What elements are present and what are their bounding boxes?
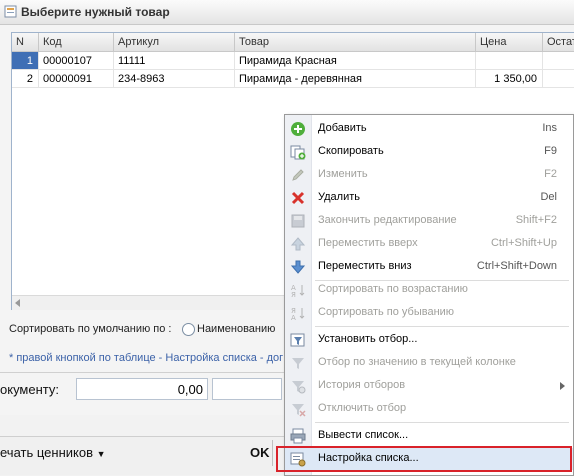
menu-item-label: Изменить — [318, 168, 368, 180]
svg-text:Я: Я — [291, 291, 296, 298]
move-down-icon — [290, 260, 306, 274]
menu-item-label: Сортировать по убыванию — [318, 306, 455, 318]
menu-separator — [315, 422, 569, 423]
menu-item-move-up[interactable]: Переместить вверх Ctrl+Shift+Up — [285, 233, 573, 255]
menu-item-shortcut: Ins — [542, 122, 557, 134]
menu-item-label: Скопировать — [318, 145, 384, 157]
filter-by-value-icon — [292, 358, 304, 369]
menu-item-label: Закончить редактирование — [318, 214, 457, 226]
print-tags-label: ечать ценников — [0, 445, 93, 460]
menu-item-label: Вывести список... — [318, 429, 409, 441]
sort-label: Сортировать по умолчанию по : — [9, 323, 172, 335]
move-up-icon — [290, 237, 306, 251]
delete-icon — [291, 191, 305, 205]
window-title: Выберите нужный товар — [21, 5, 170, 19]
filter-history-icon — [292, 381, 306, 394]
column-header-product[interactable]: Товар — [235, 33, 476, 52]
sort-option-label[interactable]: Наименованию — [197, 323, 275, 335]
menu-item-shortcut: Ctrl+Shift+Up — [490, 237, 557, 249]
row-article: 11111 — [114, 52, 235, 70]
row-number: 1 — [12, 52, 39, 70]
menu-item-label: Отключить отбор — [318, 402, 407, 414]
copy-icon — [290, 145, 306, 160]
menu-item-copy[interactable]: Скопировать F9 — [285, 141, 573, 163]
sort-desc-icon: ЯA — [291, 307, 305, 321]
menu-item-label: Переместить вверх — [318, 237, 418, 249]
scroll-left-icon[interactable] — [15, 299, 20, 307]
column-header-article[interactable]: Артикул — [114, 33, 235, 52]
column-header-stock[interactable]: Остат — [543, 33, 574, 52]
finish-edit-icon — [291, 214, 305, 228]
menu-item-filter-by-value[interactable]: Отбор по значению в текущей колонке — [285, 352, 573, 374]
row-stock — [543, 52, 574, 70]
sort-asc-icon: AЯ — [291, 284, 305, 298]
document-total-field: 0,00 — [76, 378, 208, 400]
print-tags-button[interactable]: ечать ценников ▼ — [0, 445, 106, 460]
row-price: 1 350,00 — [476, 70, 543, 88]
form-icon — [4, 5, 17, 18]
menu-item-shortcut: Shift+F2 — [515, 214, 557, 226]
document-total-label: окументу: — [0, 382, 59, 397]
hint-text: * правой кнопкой по таблице - Настройка … — [9, 352, 284, 364]
window-titlebar: Выберите нужный товар — [0, 0, 574, 25]
menu-item-sort-asc[interactable]: AЯ Сортировать по возрастанию — [285, 279, 573, 301]
add-icon — [291, 122, 305, 136]
divider — [272, 440, 273, 466]
row-product: Пирамида Красная — [235, 52, 476, 70]
menu-item-print-list[interactable]: Вывести список... — [285, 425, 573, 447]
menu-item-finish-edit[interactable]: Закончить редактирование Shift+F2 — [285, 210, 573, 232]
menu-item-label: Установить отбор... — [318, 333, 418, 345]
menu-separator — [315, 326, 569, 327]
menu-item-disable-filter[interactable]: Отключить отбор — [285, 398, 573, 420]
menu-item-label: Сортировать по возрастанию — [318, 283, 468, 295]
row-number: 2 — [12, 70, 39, 88]
set-filter-icon — [290, 333, 305, 347]
menu-item-shortcut: Ctrl+Shift+Down — [476, 260, 557, 272]
row-article: 234-8963 — [114, 70, 235, 88]
menu-item-shortcut: Del — [540, 191, 557, 203]
menu-item-label: Отбор по значению в текущей колонке — [318, 356, 516, 368]
row-price — [476, 52, 543, 70]
menu-item-label: История отборов — [318, 379, 406, 391]
print-list-icon — [290, 428, 306, 444]
ok-button[interactable]: OK — [250, 445, 270, 460]
menu-item-set-filter[interactable]: Установить отбор... — [285, 329, 573, 351]
document-total-extra-field — [212, 378, 282, 400]
column-header-code[interactable]: Код — [39, 33, 114, 52]
menu-item-shortcut: F9 — [544, 145, 557, 157]
svg-text:A: A — [291, 314, 296, 321]
menu-item-add[interactable]: Добавить Ins — [285, 118, 573, 140]
menu-item-edit[interactable]: Изменить F2 — [285, 164, 573, 186]
menu-item-move-down[interactable]: Переместить вниз Ctrl+Shift+Down — [285, 256, 573, 278]
row-product: Пирамида - деревянная — [235, 70, 476, 88]
menu-item-shortcut: F2 — [544, 168, 557, 180]
disable-filter-icon — [292, 404, 306, 417]
row-code: 00000107 — [39, 52, 114, 70]
column-header-price[interactable]: Цена — [476, 33, 543, 52]
highlight-frame — [276, 446, 572, 472]
edit-icon — [292, 169, 304, 181]
submenu-arrow-icon — [560, 382, 565, 390]
menu-item-label: Удалить — [318, 191, 360, 203]
menu-item-sort-desc[interactable]: ЯA Сортировать по убыванию — [285, 302, 573, 324]
context-menu: Добавить Ins Скопировать F9 Изменить F2 … — [284, 114, 574, 476]
row-code: 00000091 — [39, 70, 114, 88]
column-header-n[interactable]: N — [12, 33, 39, 52]
menu-item-filter-history[interactable]: История отборов — [285, 375, 573, 397]
row-stock — [543, 70, 574, 88]
dropdown-arrow-icon: ▼ — [96, 449, 106, 459]
sort-radio-name[interactable] — [182, 323, 195, 336]
menu-item-delete[interactable]: Удалить Del — [285, 187, 573, 209]
menu-item-label: Добавить — [318, 122, 367, 134]
menu-item-label: Переместить вниз — [318, 260, 412, 272]
